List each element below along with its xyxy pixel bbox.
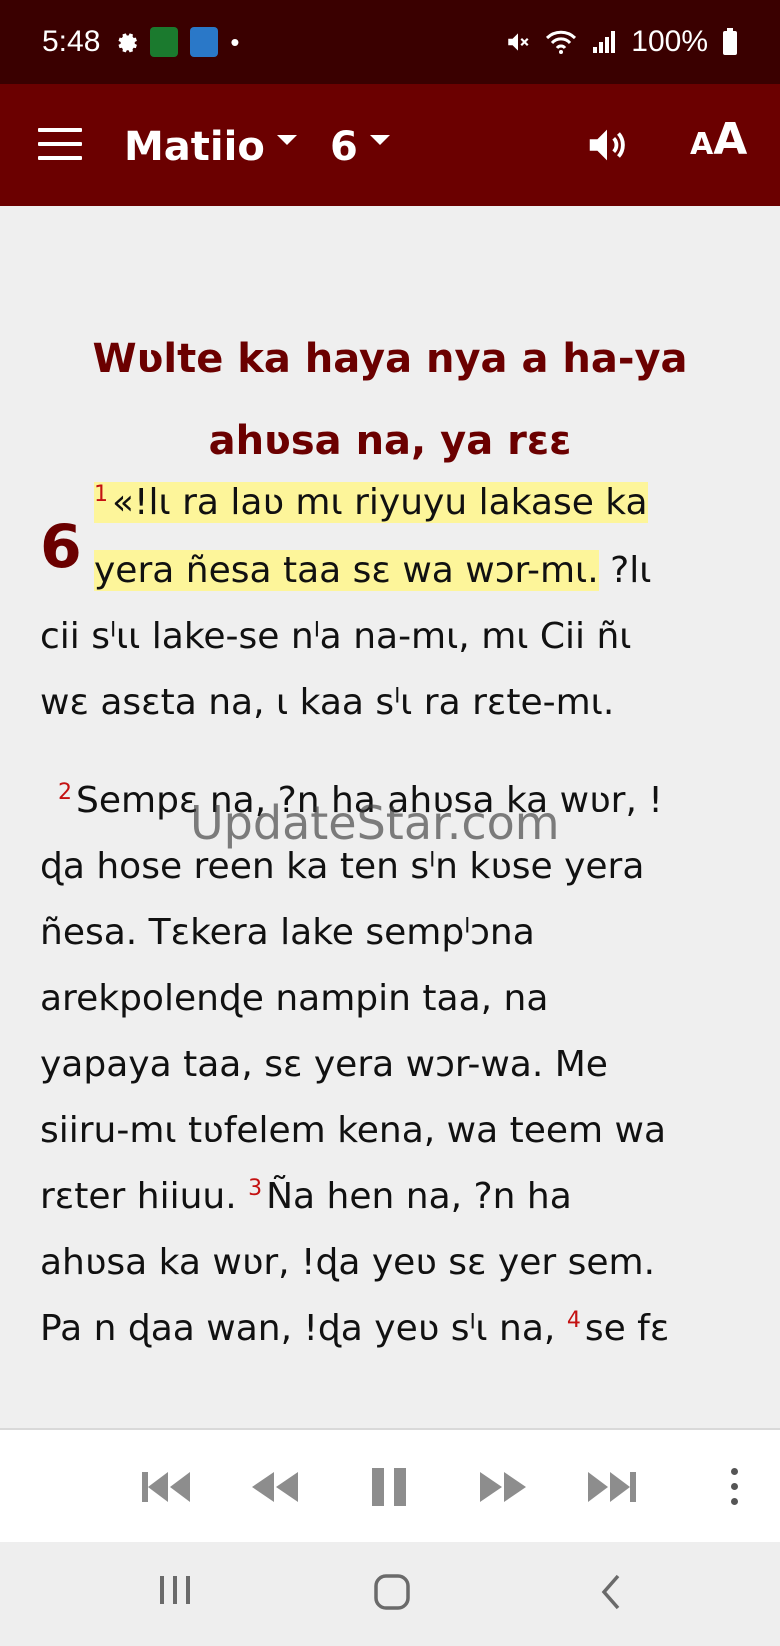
verse-number: 4 — [566, 1308, 581, 1333]
text-size-icon[interactable]: AA — [690, 114, 747, 165]
section-title-line: Wʋlte ka haya nya a ha-ya — [92, 336, 688, 382]
chapter-selector[interactable]: 6 — [330, 124, 390, 170]
more-options-icon[interactable] — [728, 1468, 740, 1508]
settings-icon — [118, 33, 138, 53]
skip-next-icon[interactable] — [584, 1464, 638, 1510]
status-time: 5:48 — [42, 25, 101, 58]
verse-text: rɛter hiiuu. — [40, 1176, 237, 1217]
signal-icon — [593, 31, 616, 53]
verse-line[interactable]: rɛter hiiuu. 3 Ña hen na, ?n ha — [40, 1176, 572, 1217]
status-left: 5:48 • — [42, 25, 240, 59]
volume-icon[interactable] — [584, 122, 630, 168]
battery-icon — [723, 28, 737, 55]
chapter-number: 6 — [40, 512, 82, 582]
app-icon-green — [150, 27, 179, 57]
verse-line[interactable]: ahʋsa ka wʋr, !ɖa yeʋ sɛ yer sem. — [40, 1242, 655, 1283]
system-nav-bar — [0, 1542, 780, 1646]
book-selector[interactable]: Matiio — [124, 124, 297, 170]
dot-icon: • — [230, 26, 240, 57]
verse-line[interactable]: Pa n ɖaa wan, !ɖa yeʋ sˡɩ na, 4 se fɛ — [40, 1308, 669, 1349]
verse-text: wɛ asɛta na, ɩ kaa sˡɩ ra rɛte-mɩ. — [40, 682, 615, 723]
section-title: Wʋlte ka haya nya a ha-ya ahʋsa na, ya r… — [60, 318, 720, 482]
verse-text: cii sˡɩɩ lake-se nˡa na-mɩ, mɩ Cii ñɩ — [40, 616, 632, 657]
verse-text: Sempɛ na, ?n ha ahʋsa ka wʋr, ! — [76, 780, 663, 821]
audio-player-bar — [0, 1428, 780, 1542]
verse-number: 3 — [248, 1176, 263, 1201]
battery-text: 100% — [631, 25, 708, 58]
pause-icon[interactable] — [368, 1464, 410, 1510]
verse-line[interactable]: ñesa. Tɛkera lake sempˡɔna — [40, 912, 535, 953]
verse-line[interactable]: ɖa hose reen ka ten sˡn kʋse yera — [40, 846, 644, 887]
status-right: 100% — [505, 25, 738, 59]
verse-line[interactable]: 1 «!lɩ ra laʋ mɩ riyuyu lakase ka — [94, 482, 648, 523]
dropdown-caret-icon — [276, 135, 297, 145]
verse-text: siiru-mɩ tʋfelem kena, wa teem wa — [40, 1110, 667, 1151]
verse-text: «!lɩ ra laʋ mɩ riyuyu lakase ka — [112, 482, 648, 523]
highlighted-text: 1 «!lɩ ra laʋ mɩ riyuyu lakase ka — [94, 482, 648, 523]
wifi-icon — [546, 30, 577, 54]
verse-text: Ña hen na, ?n ha — [266, 1176, 572, 1217]
recent-apps-icon[interactable] — [158, 1572, 192, 1608]
fast-forward-icon[interactable] — [476, 1464, 530, 1510]
skip-previous-icon[interactable] — [140, 1464, 194, 1510]
chapter-name: 6 — [330, 124, 358, 170]
app-bar: Matiio 6 AA — [0, 84, 780, 206]
verse-text: yapaya taa, sɛ yera wɔr-wa. Me — [40, 1044, 608, 1085]
verse-line[interactable]: wɛ asɛta na, ɩ kaa sˡɩ ra rɛte-mɩ. — [40, 682, 614, 723]
verse-text: ahʋsa ka wʋr, !ɖa yeʋ sɛ yer sem. — [40, 1242, 656, 1283]
verse-line[interactable]: yera ñesa taa sɛ wa wɔr-mɩ. ?lɩ — [94, 550, 651, 591]
dropdown-caret-icon — [369, 135, 390, 145]
back-icon[interactable] — [596, 1572, 626, 1612]
verse-number: 1 — [94, 482, 108, 507]
rewind-icon[interactable] — [248, 1464, 302, 1510]
verse-line[interactable]: arekpolenɖe nampin taa, na — [40, 978, 548, 1019]
verse-line[interactable]: cii sˡɩɩ lake-se nˡa na-mɩ, mɩ Cii ñɩ — [40, 616, 631, 657]
menu-icon[interactable] — [38, 128, 82, 162]
verse-text: ñesa. Tɛkera lake sempˡɔna — [40, 912, 535, 953]
verse-number: 2 — [58, 780, 72, 805]
app-icon-blue — [190, 27, 219, 57]
section-title-line: ahʋsa na, ya rɛɛ — [208, 418, 572, 464]
reader-content[interactable]: Wʋlte ka haya nya a ha-ya ahʋsa na, ya r… — [0, 206, 780, 1428]
verse-text: se fɛ — [584, 1308, 670, 1349]
status-bar: 5:48 • 100% — [0, 0, 780, 84]
verse-text: ɖa hose reen ka ten sˡn kʋse yera — [40, 846, 645, 887]
verse-text: ?lɩ — [598, 550, 652, 591]
highlighted-text: yera ñesa taa sɛ wa wɔr-mɩ. — [94, 550, 599, 591]
book-name: Matiio — [124, 124, 265, 170]
home-icon[interactable] — [372, 1572, 412, 1612]
verse-line[interactable]: siiru-mɩ tʋfelem kena, wa teem wa — [40, 1110, 666, 1151]
verse-line[interactable]: 2 Sempɛ na, ?n ha ahʋsa ka wʋr, ! — [58, 780, 663, 821]
verse-line[interactable]: yapaya taa, sɛ yera wɔr-wa. Me — [40, 1044, 608, 1085]
verse-text: Pa n ɖaa wan, !ɖa yeʋ sˡɩ na, — [40, 1308, 556, 1349]
mute-icon — [508, 33, 529, 51]
verse-text: arekpolenɖe nampin taa, na — [40, 978, 549, 1019]
